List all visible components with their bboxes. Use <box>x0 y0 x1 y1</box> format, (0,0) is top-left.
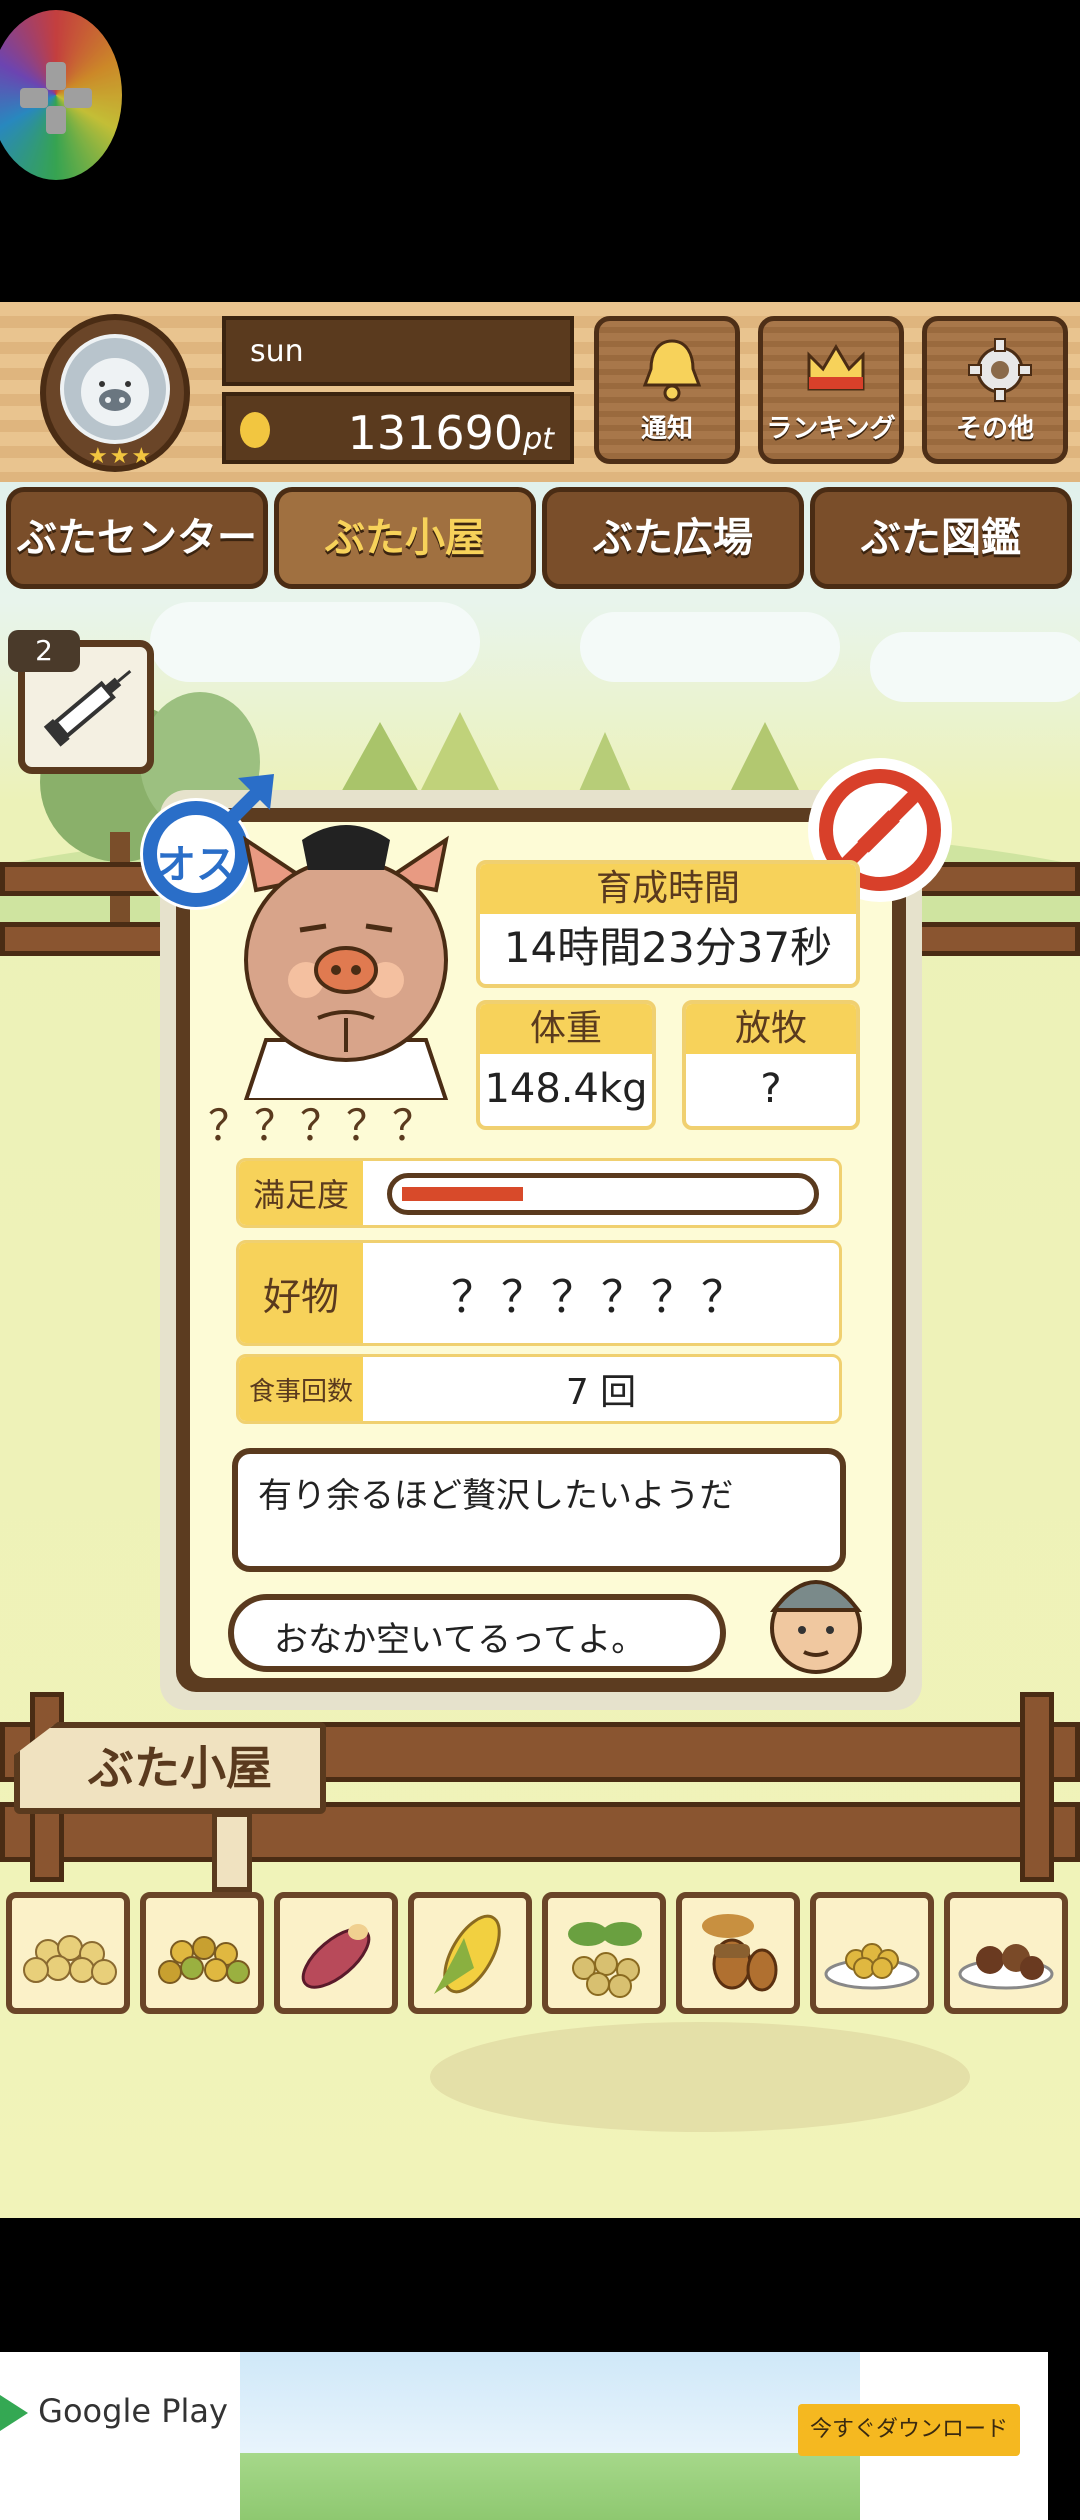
pig-comment-text: 有り余るほど贅沢したいようだ <box>258 1476 734 1516</box>
pig-portrait[interactable] <box>226 820 466 1102</box>
weight-box: 体重 148.4kg <box>476 1000 656 1130</box>
tab-buta-zukan[interactable]: ぶた図鑑 <box>810 487 1072 589</box>
cloud <box>580 612 840 682</box>
ad-download-button[interactable]: 今すぐダウンロード <box>798 2404 1020 2456</box>
points-unit: pt <box>523 422 554 457</box>
nuts-leaf-icon <box>568 1922 642 1998</box>
food-slot-8[interactable] <box>944 1892 1068 2014</box>
grain-plate-icon <box>824 1943 920 1990</box>
food-slot-5[interactable] <box>542 1892 666 2014</box>
gear-icon <box>968 338 1032 402</box>
meal-count-value: 7 回 <box>565 1372 637 1413</box>
satisfaction-row: 満足度 <box>236 1158 842 1228</box>
soybeans-icon <box>23 1935 117 1985</box>
ad-banner[interactable]: Google Play 今すぐダウンロード <box>0 2352 1048 2520</box>
rank-stars: ★★★ <box>88 444 154 469</box>
favorite-food-row: 好物 ？？？？？？ <box>236 1240 842 1346</box>
gamepad-overlay-button[interactable] <box>0 10 122 180</box>
cloud <box>150 602 480 682</box>
raising-time-box: 育成時間 14時間23分37秒 <box>476 860 860 988</box>
chestnut-plate-icon <box>958 1944 1054 1990</box>
tab-buta-goya[interactable]: ぶた小屋 <box>274 487 536 589</box>
satisfaction-label: 満足度 <box>239 1161 363 1225</box>
food-slot-7[interactable] <box>810 1892 934 2014</box>
notification-button[interactable]: 通知 <box>594 316 740 464</box>
raising-time-value: 14時間23分37秒 <box>503 923 833 972</box>
sign-board: ぶた小屋 <box>14 1722 326 1814</box>
food-slot-4[interactable] <box>408 1892 532 2014</box>
crown-icon <box>807 344 865 391</box>
points-value: 131690pt <box>348 406 554 460</box>
meal-count-label: 食事回数 <box>239 1357 363 1421</box>
noble-pig-icon <box>243 825 449 1102</box>
weight-value: 148.4kg <box>484 1066 648 1112</box>
ad-artwork <box>240 2352 860 2520</box>
sign-post <box>212 1812 252 1892</box>
food-slot-1[interactable] <box>6 1892 130 2014</box>
farmer-comment-bubble: おなか空いてるってよ。 <box>228 1594 726 1672</box>
meal-count-row: 食事回数 7 回 <box>236 1354 842 1424</box>
corn-icon <box>434 1914 501 1994</box>
farmer-face <box>752 1554 880 1682</box>
food-slot-2[interactable] <box>140 1892 264 2014</box>
farmer-comment-text: おなか空いてるってよ。 <box>274 1620 646 1660</box>
sweet-potato-icon <box>301 1924 371 1989</box>
acorn-icon <box>702 1914 778 1992</box>
satisfaction-meter-fill <box>402 1187 523 1201</box>
google-play-label: Google Play <box>38 2392 228 2430</box>
game-area: ★★★ sun 131690pt 通知 ランキング その他 ぶたセンター ぶた小… <box>0 302 1080 2218</box>
notification-label: 通知 <box>640 414 693 444</box>
main-tabs: ぶたセンター ぶた小屋 ぶた広場 ぶた図鑑 <box>0 487 1080 597</box>
player-avatar[interactable]: ★★★ <box>40 314 190 472</box>
raising-time-label: 育成時間 <box>480 864 856 914</box>
sign-label: ぶた小屋 <box>88 1741 272 1795</box>
username-label: sun <box>222 316 574 386</box>
settings-button[interactable]: その他 <box>922 316 1068 464</box>
tab-buta-center[interactable]: ぶたセンター <box>6 487 268 589</box>
points-number: 131690 <box>347 406 524 460</box>
dpad-icon <box>20 62 92 134</box>
pig-face-icon <box>60 334 170 444</box>
weight-label: 体重 <box>480 1004 652 1054</box>
google-play-icon <box>0 2395 28 2431</box>
satisfaction-meter <box>387 1173 819 1215</box>
tab-buta-hiroba[interactable]: ぶた広場 <box>542 487 804 589</box>
grazing-value: ? <box>760 1066 782 1112</box>
google-play-badge: Google Play <box>0 2392 228 2431</box>
fence-rail <box>0 922 180 956</box>
bell-icon <box>642 339 702 402</box>
food-slot-6[interactable] <box>676 1892 800 2014</box>
fence-post <box>1020 1692 1054 1882</box>
grazing-box: 放牧 ? <box>682 1000 860 1130</box>
pig-name: ？？？？？ <box>208 1101 439 1150</box>
favorite-label: 好物 <box>239 1243 363 1343</box>
ground-patch <box>430 2022 970 2132</box>
top-bar: ★★★ sun 131690pt 通知 ランキング その他 <box>0 302 1080 482</box>
item-count-badge: 2 <box>8 630 80 672</box>
favorite-value: ？？？？？？ <box>451 1272 751 1323</box>
grazing-label: 放牧 <box>686 1004 856 1054</box>
coin-icon <box>240 412 270 448</box>
ranking-label: ランキング <box>766 414 896 444</box>
points-display: 131690pt <box>222 392 574 464</box>
mixed-grain-icon <box>158 1936 250 1984</box>
ranking-button[interactable]: ランキング <box>758 316 904 464</box>
settings-label: その他 <box>955 414 1034 444</box>
food-slot-3[interactable] <box>274 1892 398 2014</box>
farmer-icon <box>769 1580 863 1674</box>
